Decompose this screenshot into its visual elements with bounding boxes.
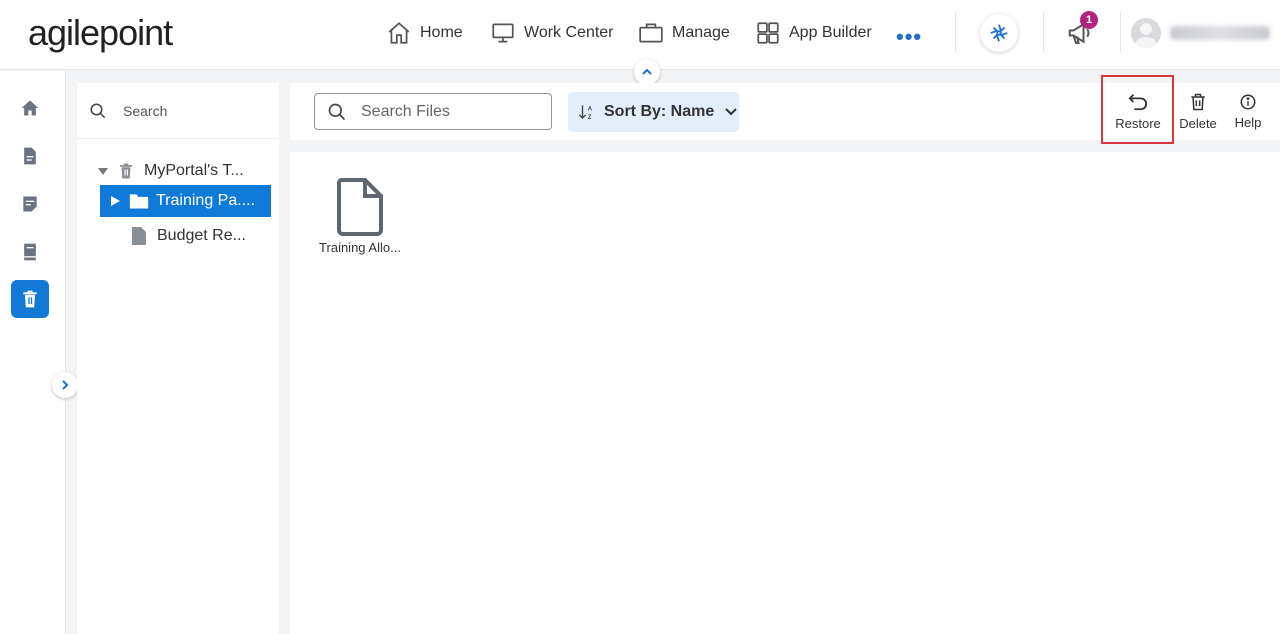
form-icon — [23, 196, 37, 212]
more-menu-button[interactable]: ••• — [896, 24, 922, 50]
help-button[interactable]: Help — [1228, 83, 1268, 140]
agilepoint-logo[interactable]: agilepoint — [28, 12, 173, 54]
avatar[interactable] — [1131, 18, 1161, 48]
sort-button[interactable]: AZ Sort By: Name — [568, 92, 739, 132]
sort-az-icon: AZ — [579, 105, 593, 121]
monitor-icon — [492, 23, 514, 43]
header-divider — [955, 12, 956, 52]
collapse-header-button[interactable] — [634, 59, 660, 85]
file-icon — [336, 178, 383, 236]
trash-icon — [1191, 93, 1205, 111]
rail-library[interactable] — [11, 233, 49, 271]
tree-node-root[interactable]: MyPortal's T... — [97, 155, 277, 187]
search-files-input[interactable] — [361, 102, 541, 121]
restore-highlight-box — [1101, 75, 1174, 144]
expand-rail-button[interactable] — [52, 372, 78, 398]
trash-icon — [120, 163, 132, 179]
file-content-area: Training Allo... — [290, 152, 1280, 634]
delete-button[interactable]: Delete — [1176, 83, 1220, 140]
sort-label: Sort By: Name — [604, 103, 715, 120]
grid-icon — [757, 22, 779, 44]
chevron-down-icon — [725, 108, 737, 116]
tree-node-label: MyPortal's T... — [144, 162, 244, 179]
file-item[interactable]: Training Allo... — [314, 176, 406, 255]
nav-app-builder[interactable]: App Builder — [755, 18, 872, 48]
nav-home-label: Home — [420, 24, 463, 41]
nav-app-builder-label: App Builder — [789, 24, 872, 41]
notification-badge: 1 — [1080, 11, 1098, 29]
chevron-up-icon — [642, 68, 652, 75]
nav-work-center-label: Work Center — [524, 24, 614, 41]
rail-recycle-bin[interactable] — [11, 280, 49, 318]
header-divider — [1043, 12, 1044, 52]
user-icon — [1135, 23, 1157, 48]
chevron-right-icon — [62, 380, 69, 390]
svg-text:A: A — [588, 107, 593, 113]
tree-node-label: Budget Re... — [157, 227, 246, 244]
trash-icon — [23, 290, 37, 308]
tree-search-input[interactable] — [123, 102, 263, 119]
tree-node-label: Training Pa.... — [156, 192, 256, 209]
delete-label: Delete — [1179, 116, 1217, 131]
search-icon — [328, 103, 346, 120]
book-icon — [24, 243, 36, 261]
caret-down-icon[interactable] — [97, 165, 109, 177]
briefcase-icon — [639, 23, 663, 43]
tree-search — [77, 83, 279, 139]
folder-icon — [129, 194, 149, 209]
ai-assistant-icon — [990, 24, 1008, 42]
file-item-label: Training Allo... — [319, 240, 401, 255]
username-blurred[interactable] — [1170, 26, 1270, 40]
caret-right-icon[interactable] — [110, 195, 121, 207]
file-icon — [132, 227, 146, 245]
search-icon — [90, 103, 106, 118]
rail-forms[interactable] — [11, 185, 49, 223]
nav-manage[interactable]: Manage — [638, 18, 730, 48]
info-icon — [1240, 94, 1256, 110]
tree-node-training[interactable]: Training Pa.... — [100, 185, 271, 217]
nav-work-center[interactable]: Work Center — [490, 18, 614, 48]
nav-home[interactable]: Home — [386, 18, 463, 48]
left-rail — [0, 71, 66, 634]
rail-home[interactable] — [11, 89, 49, 127]
rail-documents[interactable] — [11, 137, 49, 175]
help-label: Help — [1234, 115, 1262, 130]
home-icon — [21, 100, 39, 116]
header-divider — [1120, 12, 1121, 52]
home-icon — [388, 22, 410, 44]
tree-node-budget[interactable]: Budget Re... — [131, 220, 277, 252]
document-icon — [24, 147, 36, 165]
search-files-box — [314, 93, 552, 130]
ai-assistant-button[interactable] — [980, 14, 1018, 52]
nav-manage-label: Manage — [672, 24, 730, 41]
svg-text:Z: Z — [588, 115, 592, 121]
folder-tree-panel: MyPortal's T... Training Pa.... Budget R… — [77, 83, 279, 634]
